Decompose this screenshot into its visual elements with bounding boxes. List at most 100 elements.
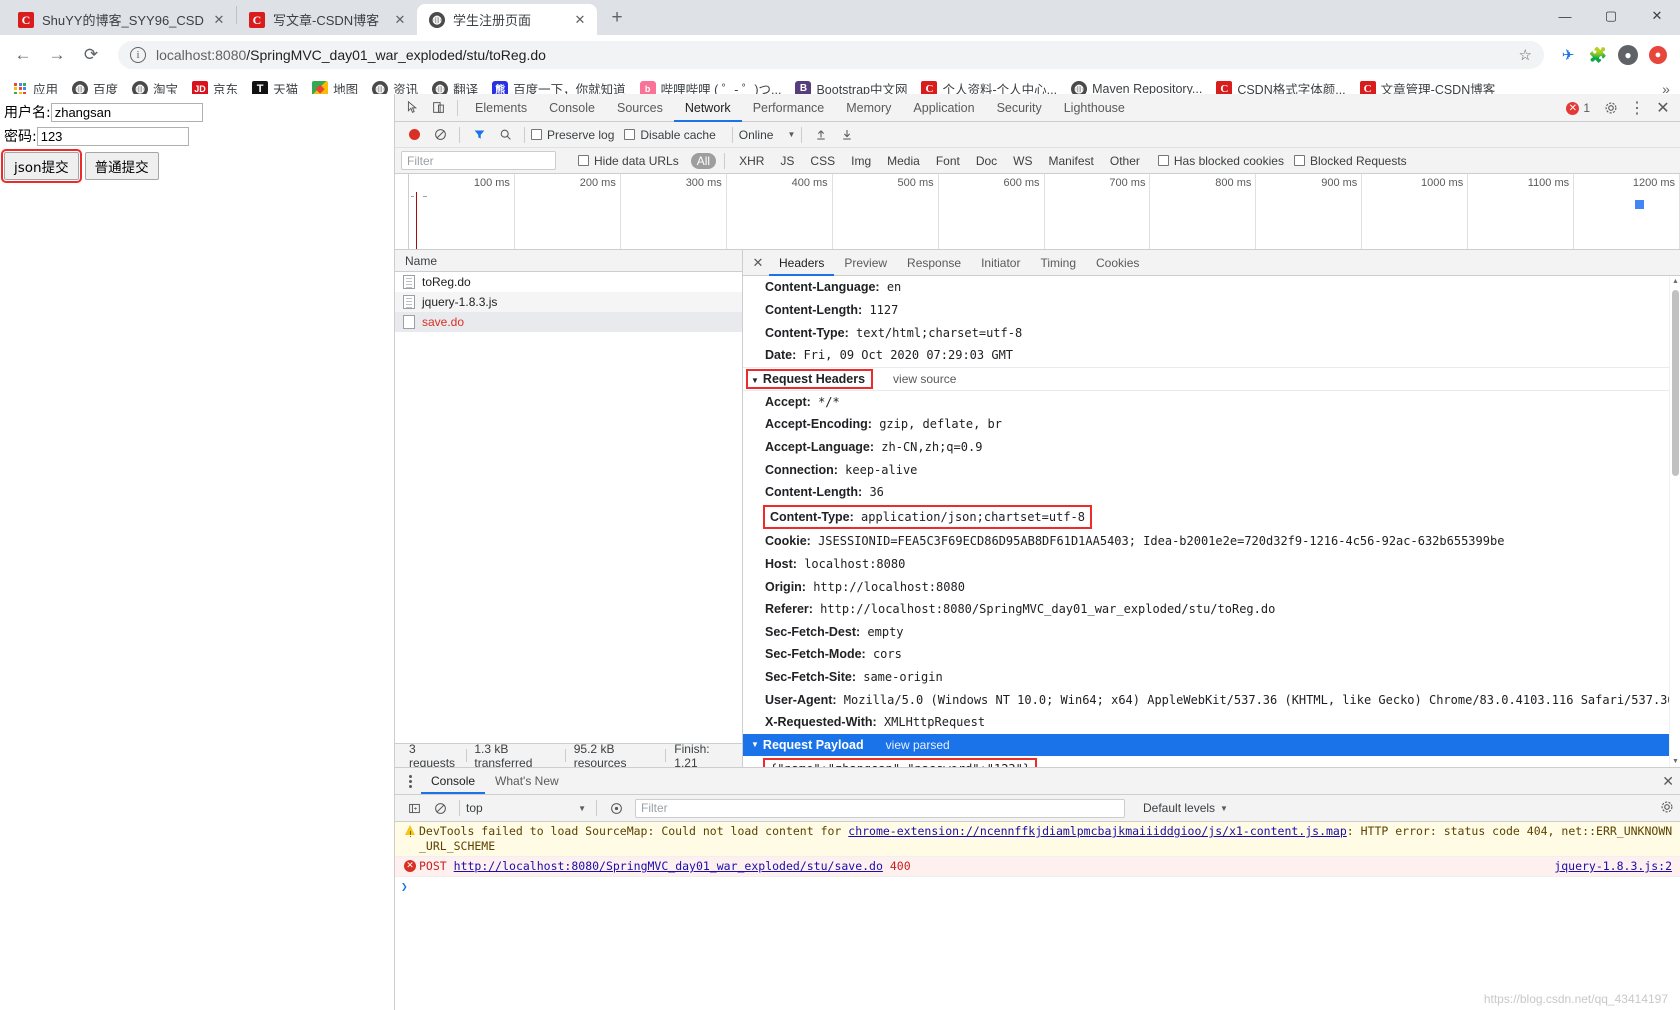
execution-context-select[interactable]: top ▼ [466, 801, 586, 815]
scrollbar-thumb[interactable] [1672, 290, 1679, 477]
import-arrow-up-icon[interactable] [808, 123, 834, 147]
profile-avatar-icon[interactable]: ● [1614, 41, 1642, 69]
tab-security[interactable]: Security [986, 94, 1053, 122]
close-icon[interactable]: ✕ [571, 11, 589, 29]
type-filter-xhr[interactable]: XHR [733, 153, 770, 169]
scroll-down-arrow-icon[interactable]: ▼ [1670, 756, 1680, 767]
type-filter-media[interactable]: Media [881, 153, 926, 169]
back-button[interactable]: ← [8, 40, 38, 70]
network-timeline-overview[interactable]: 100 ms 200 ms 300 ms 400 ms 500 ms 600 m… [395, 173, 1680, 251]
bookmark-star-icon[interactable]: ☆ [1519, 46, 1532, 64]
drawer-tab-whats-new[interactable]: What's New [485, 768, 569, 794]
view-parsed-link[interactable]: view parsed [886, 738, 950, 752]
scroll-up-arrow-icon[interactable]: ▲ [1670, 276, 1680, 287]
json-submit-button[interactable]: json提交 [1, 149, 82, 183]
minimize-button[interactable]: — [1542, 0, 1588, 32]
close-icon[interactable]: ✕ [391, 11, 409, 29]
request-url-link[interactable]: http://localhost:8080/SpringMVC_day01_wa… [454, 859, 883, 873]
type-filter-ws[interactable]: WS [1007, 153, 1038, 169]
extension-blue-icon[interactable]: ✈ [1554, 41, 1582, 69]
sidebar-toggle-icon[interactable] [401, 796, 427, 820]
type-filter-img[interactable]: Img [845, 153, 877, 169]
console-filter-input[interactable]: Filter [635, 798, 1125, 818]
detail-tab-initiator[interactable]: Initiator [971, 250, 1030, 276]
blocked-requests-checkbox[interactable]: Blocked Requests [1293, 154, 1407, 168]
tab-network[interactable]: Network [674, 94, 742, 122]
extension-red-icon[interactable]: ● [1644, 41, 1672, 69]
has-blocked-cookies-checkbox[interactable]: Has blocked cookies [1157, 154, 1284, 168]
hide-data-urls-checkbox[interactable]: Hide data URLs [578, 154, 679, 168]
request-list-header[interactable]: Name [395, 250, 742, 273]
error-count-badge[interactable]: ✕ 1 [1566, 101, 1590, 115]
drawer-tab-console[interactable]: Console [421, 768, 485, 794]
kebab-icon[interactable] [399, 770, 421, 792]
type-filter-font[interactable]: Font [930, 153, 966, 169]
console-error-message[interactable]: ✕ POST http://localhost:8080/SpringMVC_d… [395, 857, 1680, 877]
funnel-icon[interactable] [466, 123, 492, 147]
preserve-log-checkbox[interactable]: Preserve log [531, 128, 614, 142]
console-prompt[interactable]: ❯ [395, 877, 1680, 896]
log-levels-select[interactable]: Default levels ▼ [1143, 801, 1228, 815]
request-headers-section[interactable]: ▼ Request Headers view source [743, 366, 1680, 391]
export-arrow-down-icon[interactable] [834, 123, 860, 147]
maximize-button[interactable]: ▢ [1588, 0, 1634, 32]
request-row-save[interactable]: save.do [395, 312, 742, 333]
tab-lighthouse[interactable]: Lighthouse [1053, 94, 1136, 122]
clear-circle-slash-icon[interactable] [427, 123, 453, 147]
info-icon[interactable]: i [130, 47, 146, 63]
headers-scrollbar[interactable]: ▲ ▼ [1669, 276, 1680, 767]
sourcemap-link[interactable]: chrome-extension://ncennffkjdiamlpmcbajk… [848, 824, 1347, 838]
browser-tab-3[interactable]: ◍ 学生注册页面 ✕ [417, 4, 597, 35]
detail-tab-headers[interactable]: Headers [769, 250, 834, 276]
new-tab-button[interactable]: + [603, 4, 631, 32]
live-expression-eye-icon[interactable] [603, 796, 629, 820]
browser-tab-2[interactable]: C 写文章-CSDN博客 ✕ [237, 4, 417, 35]
type-filter-doc[interactable]: Doc [970, 153, 1003, 169]
detail-tab-timing[interactable]: Timing [1030, 250, 1086, 276]
password-input[interactable] [36, 126, 189, 146]
tab-application[interactable]: Application [902, 94, 985, 122]
tab-sources[interactable]: Sources [606, 94, 674, 122]
normal-submit-button[interactable]: 普通提交 [84, 152, 159, 180]
tab-console[interactable]: Console [538, 94, 606, 122]
tab-performance[interactable]: Performance [742, 94, 836, 122]
type-filter-all[interactable]: All [690, 152, 717, 169]
device-toggle-icon[interactable] [425, 96, 451, 120]
request-row-jquery[interactable]: jquery-1.8.3.js [395, 292, 742, 313]
address-bar[interactable]: i localhost:8080/SpringMVC_day01_war_exp… [118, 41, 1544, 69]
browser-tab-1[interactable]: C ShuYY的博客_SYY96_CSDN博客 ✕ [6, 4, 236, 35]
throttling-select[interactable]: Online ▼ [739, 128, 796, 142]
disable-cache-checkbox[interactable]: Disable cache [624, 128, 716, 142]
username-input[interactable] [50, 102, 203, 122]
gear-icon[interactable] [1598, 96, 1624, 120]
error-source-link[interactable]: jquery-1.8.3.js:2 [1554, 859, 1672, 874]
detail-tab-cookies[interactable]: Cookies [1086, 250, 1149, 276]
close-drawer-icon[interactable]: ✕ [1662, 773, 1674, 790]
close-detail-icon[interactable]: ✕ [747, 252, 769, 274]
reload-icon[interactable]: ⟳ [76, 40, 106, 70]
type-filter-manifest[interactable]: Manifest [1043, 153, 1100, 169]
filter-input[interactable]: Filter [401, 151, 556, 171]
extension-puzzle-icon[interactable]: 🧩 [1584, 41, 1612, 69]
tab-elements[interactable]: Elements [464, 94, 538, 122]
clear-console-icon[interactable] [427, 796, 453, 820]
type-filter-css[interactable]: CSS [804, 153, 841, 169]
close-icon[interactable]: ✕ [1650, 96, 1676, 120]
forward-button[interactable]: → [42, 40, 72, 70]
request-payload-section[interactable]: ▼ Request Payload view parsed [743, 733, 1680, 756]
type-filter-js[interactable]: JS [774, 153, 800, 169]
detail-tab-response[interactable]: Response [897, 250, 971, 276]
close-icon[interactable]: ✕ [210, 11, 228, 29]
kebab-icon[interactable]: ⋮ [1624, 96, 1650, 120]
search-icon[interactable] [492, 123, 518, 147]
record-dot-icon[interactable] [401, 123, 427, 147]
inspect-cursor-icon[interactable] [399, 96, 425, 120]
console-gear-icon[interactable] [1660, 800, 1674, 817]
close-window-button[interactable]: ✕ [1634, 0, 1680, 32]
view-source-link[interactable]: view source [893, 372, 956, 386]
console-warning-message[interactable]: DevTools failed to load SourceMap: Could… [395, 822, 1680, 857]
tab-memory[interactable]: Memory [835, 94, 902, 122]
request-row-toreg[interactable]: toReg.do [395, 272, 742, 292]
type-filter-other[interactable]: Other [1104, 153, 1146, 169]
detail-tab-preview[interactable]: Preview [834, 250, 897, 276]
